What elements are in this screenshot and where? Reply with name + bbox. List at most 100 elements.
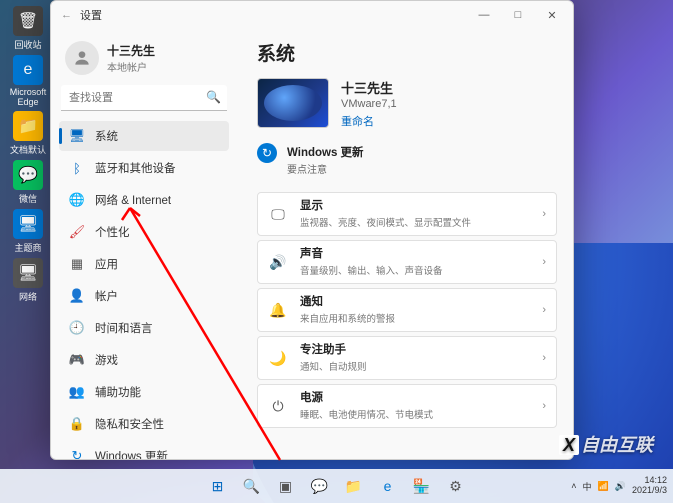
taskbar-item[interactable]: ▣ bbox=[271, 471, 301, 501]
search-input[interactable] bbox=[61, 85, 227, 111]
update-icon: ↻ bbox=[257, 143, 277, 163]
device-thumb bbox=[257, 78, 329, 128]
taskbar-item[interactable]: 🔍 bbox=[237, 471, 267, 501]
nav-icon: ▦ bbox=[69, 256, 85, 272]
profile-sub: 本地帐户 bbox=[107, 59, 155, 74]
nav-icon: 🔒 bbox=[69, 416, 85, 432]
ime-indicator[interactable]: 中 bbox=[583, 480, 592, 493]
chevron-right-icon: › bbox=[542, 208, 546, 220]
card-title: 通知 bbox=[300, 293, 530, 309]
settings-card[interactable]: 🔊声音音量级别、输出、输入、声音设备› bbox=[257, 240, 557, 284]
taskbar-item[interactable]: ⚙ bbox=[441, 471, 471, 501]
close-button[interactable]: ✕ bbox=[535, 1, 569, 29]
window-title: 设置 bbox=[80, 7, 102, 23]
sidebar-item[interactable]: ↻Windows 更新 bbox=[59, 441, 229, 459]
page-title: 系统 bbox=[257, 39, 557, 66]
nav-icon: ᛒ bbox=[69, 160, 85, 176]
card-icon: 🔔 bbox=[268, 302, 288, 319]
chevron-right-icon: › bbox=[542, 352, 546, 364]
card-title: 显示 bbox=[300, 197, 530, 213]
card-sub: 来自应用和系统的警报 bbox=[300, 314, 395, 325]
sidebar-item-label: 个性化 bbox=[95, 224, 130, 240]
sidebar-item-label: 帐户 bbox=[95, 288, 118, 304]
sidebar-item-label: 游戏 bbox=[95, 352, 118, 368]
settings-card[interactable]: 🌙 专注助手通知、自动规则 › bbox=[257, 336, 557, 380]
nav-icon: 🕘 bbox=[69, 320, 85, 336]
card-title: 声音 bbox=[300, 245, 530, 261]
card-sub: 通知、自动规则 bbox=[300, 362, 367, 373]
chevron-right-icon: › bbox=[542, 400, 546, 412]
profile-name: 十三先生 bbox=[107, 42, 155, 59]
rename-link[interactable]: 重命名 bbox=[341, 113, 397, 129]
nav-icon: 🎮 bbox=[69, 352, 85, 368]
profile[interactable]: 十三先生 本地帐户 bbox=[59, 35, 229, 85]
update-sub: 要点注意 bbox=[287, 161, 364, 176]
card-sub: 监视器、亮度、夜间模式、显示配置文件 bbox=[300, 218, 471, 229]
maximize-button[interactable]: □ bbox=[501, 1, 535, 29]
sidebar-item[interactable]: 👤帐户 bbox=[59, 281, 229, 311]
chevron-right-icon: › bbox=[542, 256, 546, 268]
card-title: 电源 bbox=[300, 389, 530, 405]
sidebar-item[interactable]: ᛒ蓝牙和其他设备 bbox=[59, 153, 229, 183]
settings-card[interactable]: 🔔 通知来自应用和系统的警报 › bbox=[257, 288, 557, 332]
sidebar-item-label: 系统 bbox=[95, 128, 118, 144]
sidebar-item[interactable]: ▦ 应用 bbox=[59, 249, 229, 279]
titlebar: ← 设置 — □ ✕ bbox=[51, 1, 573, 29]
watermark: X自由互联 bbox=[559, 431, 653, 457]
nav-icon: 👥 bbox=[69, 384, 85, 400]
tray-chevron-icon[interactable]: ˄ bbox=[571, 481, 576, 491]
card-sub: 音量级别、输出、输入、声音设备 bbox=[300, 266, 443, 277]
desktop-icon[interactable]: eMicrosoft Edge bbox=[6, 55, 50, 107]
sidebar-item[interactable]: 🖌 个性化 bbox=[59, 217, 229, 247]
minimize-button[interactable]: — bbox=[467, 1, 501, 29]
desktop-icon[interactable]: 💬微信 bbox=[6, 160, 50, 205]
card-sub: 睡眠、电池使用情况、节电模式 bbox=[300, 410, 433, 421]
taskbar-item[interactable]: e bbox=[373, 471, 403, 501]
sidebar-item[interactable]: 🔒 隐私和安全性 bbox=[59, 409, 229, 439]
search-icon: 🔍 bbox=[206, 90, 221, 104]
volume-icon[interactable]: 🔊 bbox=[615, 481, 626, 492]
system-tray[interactable]: ˄ 中 📶 🔊 14:12 2021/9/3 bbox=[571, 476, 667, 496]
settings-card[interactable]: ⏻ 电源睡眠、电池使用情况、节电模式 › bbox=[257, 384, 557, 428]
wifi-icon[interactable]: 📶 bbox=[598, 481, 609, 492]
card-title: 专注助手 bbox=[300, 341, 530, 357]
search-box[interactable]: 🔍 bbox=[61, 85, 227, 111]
update-block[interactable]: ↻ Windows 更新 要点注意 bbox=[257, 143, 557, 176]
sidebar-item[interactable]: 🌐 网络 & Internet bbox=[59, 185, 229, 215]
taskbar-item[interactable]: 📁 bbox=[339, 471, 369, 501]
taskbar-item[interactable]: 💬 bbox=[305, 471, 335, 501]
card-icon: ⏻ bbox=[268, 398, 288, 415]
clock-date[interactable]: 2021/9/3 bbox=[632, 486, 667, 496]
card-icon: 🌙 bbox=[268, 350, 288, 367]
nav-icon: 🖥 bbox=[69, 128, 85, 144]
nav-icon: 🌐 bbox=[69, 192, 85, 208]
nav-icon: ↻ bbox=[69, 448, 85, 459]
sidebar-item-label: 应用 bbox=[95, 256, 118, 272]
taskbar: ⊞🔍▣💬📁e🏪⚙ ˄ 中 📶 🔊 14:12 2021/9/3 bbox=[0, 469, 673, 503]
sidebar-item[interactable]: 🎮 游戏 bbox=[59, 345, 229, 375]
update-title: Windows 更新 bbox=[287, 147, 364, 159]
device-name: 十三先生 bbox=[341, 78, 397, 97]
device-model: VMware7,1 bbox=[341, 98, 397, 110]
settings-card[interactable]: 🖵 显示监视器、亮度、夜间模式、显示配置文件 › bbox=[257, 192, 557, 236]
card-icon: 🖵 bbox=[268, 206, 288, 223]
back-button[interactable]: ← bbox=[61, 9, 72, 21]
desktop-icon[interactable]: 🗑回收站 bbox=[6, 6, 50, 51]
desktop-icon[interactable]: 📁文档默认 bbox=[6, 111, 50, 156]
desktop-icon[interactable]: 🖥主题商 bbox=[6, 209, 50, 254]
nav-icon: 🖌 bbox=[69, 224, 85, 240]
main-panel: 系统 十三先生 VMware7,1 重命名 ↻ Windows 更新 要点注意 … bbox=[237, 29, 573, 459]
taskbar-item[interactable]: 🏪 bbox=[407, 471, 437, 501]
device-block: 十三先生 VMware7,1 重命名 bbox=[257, 78, 557, 129]
sidebar-item[interactable]: 🖥 系统 bbox=[59, 121, 229, 151]
sidebar-item[interactable]: 👥 辅助功能 bbox=[59, 377, 229, 407]
sidebar-item-label: 隐私和安全性 bbox=[95, 416, 164, 432]
desktop-icon[interactable]: 🖥网络 bbox=[6, 258, 50, 303]
sidebar-item-label: 辅助功能 bbox=[95, 384, 141, 400]
chevron-right-icon: › bbox=[542, 304, 546, 316]
sidebar-item-label: 网络 & Internet bbox=[95, 192, 171, 208]
sidebar-item[interactable]: 🕘时间和语言 bbox=[59, 313, 229, 343]
sidebar: 十三先生 本地帐户 🔍 🖥 系统 ᛒ蓝牙和其他设备 🌐 网络 & Internet 🖌 个性… bbox=[51, 29, 237, 459]
settings-window: ← 设置 — □ ✕ 十三先生 本地帐户 🔍 🖥 系统 ᛒ蓝牙和其他设备 🌐 网络 & … bbox=[50, 0, 574, 460]
taskbar-item[interactable]: ⊞ bbox=[203, 471, 233, 501]
